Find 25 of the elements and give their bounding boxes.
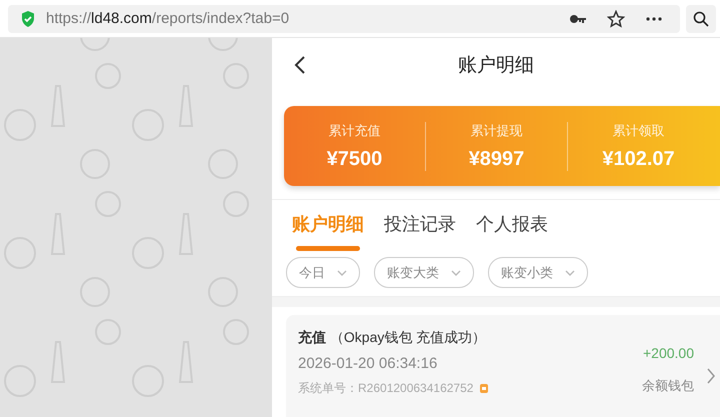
summary-label: 累计提现 (470, 122, 522, 140)
record-amount: +200.00 (643, 345, 694, 361)
record-card[interactable]: 充值 （Okpay钱包 充值成功） 2026-01-20 06:34:16 系统单号：R2601200634162752 +200.00 余额钱包 (286, 315, 720, 417)
filter-dropdown[interactable]: 今日 (286, 257, 360, 288)
summary-value: ¥8997 (468, 148, 524, 170)
filter-dropdown[interactable]: 账变小类 (488, 257, 588, 288)
shield-icon (20, 10, 36, 28)
tab[interactable]: 个人报表 (476, 212, 548, 251)
order-number: 系统单号：R2601200634162752 (298, 380, 474, 397)
address-bar[interactable]: https://ld48.com/reports/index?tab=0 (8, 4, 680, 32)
filter-dropdown[interactable]: 账变大类 (374, 257, 474, 288)
wallet-label: 余额钱包 (642, 378, 694, 395)
search-icon (693, 10, 709, 26)
page-title: 账户明细 (458, 53, 534, 78)
back-icon[interactable] (294, 55, 306, 75)
url-text: https://ld48.com/reports/index?tab=0 (46, 10, 290, 27)
summary-label: 累计领取 (612, 122, 664, 140)
search-button[interactable] (686, 4, 716, 32)
summary-label: 累计充值 (328, 122, 380, 140)
record-time: 2026-01-20 06:34:16 (298, 355, 438, 372)
summary-value: ¥7500 (326, 148, 382, 170)
tab[interactable]: 投注记录 (384, 212, 456, 251)
record-title: 充值 （Okpay钱包 充值成功） (298, 329, 488, 347)
chevron-right-icon (706, 367, 716, 385)
summary-value: ¥102.07 (602, 148, 675, 170)
